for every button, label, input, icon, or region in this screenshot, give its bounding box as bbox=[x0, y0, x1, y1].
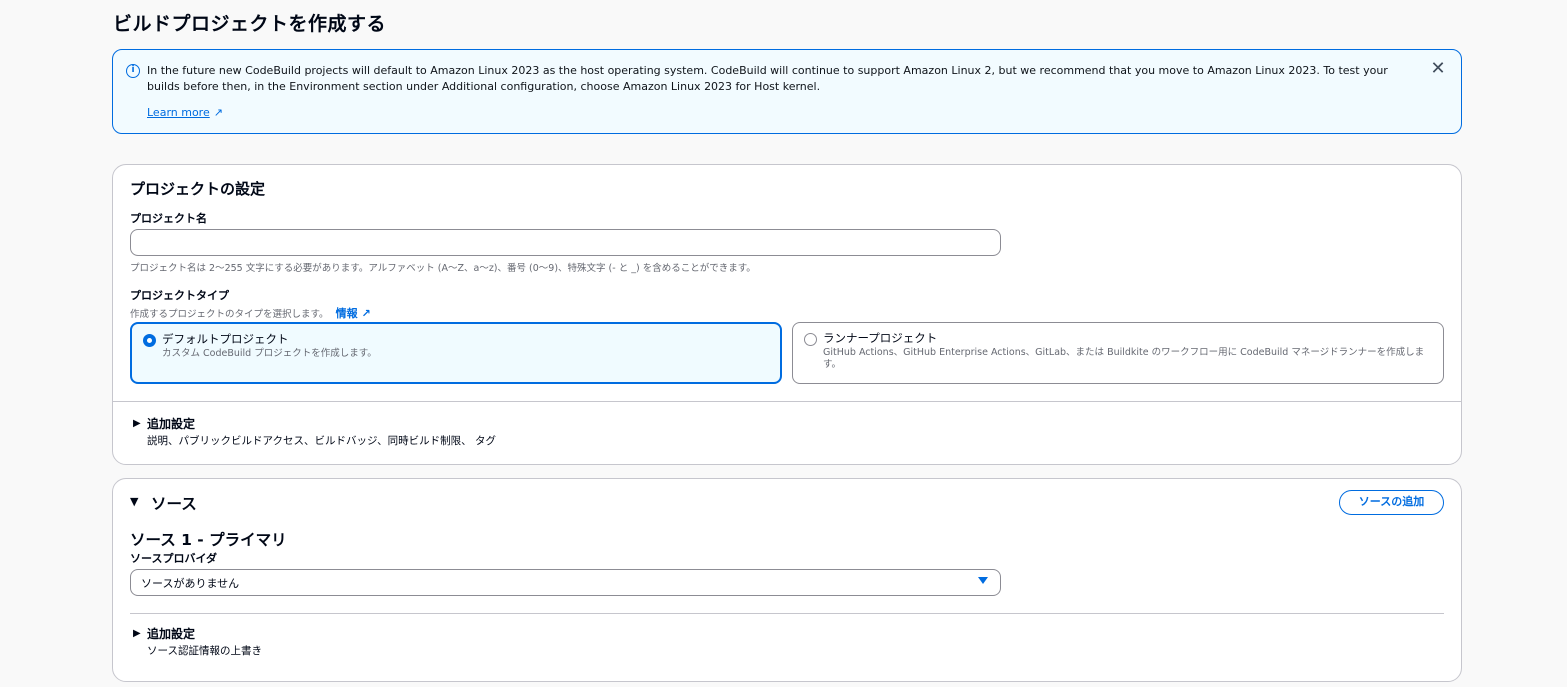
project-type-label: プロジェクトタイプ bbox=[130, 289, 229, 302]
source-provider-label: ソースプロバイダ bbox=[130, 552, 218, 565]
tile-title: デフォルトプロジェクト bbox=[162, 332, 289, 346]
flash-message: In the future new CodeBuild projects wil… bbox=[147, 64, 1388, 93]
project-name-label: プロジェクト名 bbox=[130, 212, 207, 225]
project-type-hint-text: 作成するプロジェクトのタイプを選択します。 bbox=[130, 309, 329, 320]
external-link-icon: ↗ bbox=[361, 307, 371, 320]
expander-description: ソース認証情報の上書き bbox=[147, 645, 262, 657]
external-link-icon: ↗ bbox=[213, 106, 223, 119]
tile-description: GitHub Actions、GitHub Enterprise Actions… bbox=[823, 347, 1425, 370]
page-title: ビルドプロジェクトを作成する bbox=[113, 13, 387, 35]
info-flashbar: i In the future new CodeBuild projects w… bbox=[112, 49, 1462, 134]
additional-settings-expander[interactable]: ▶ 追加設定 説明、パブリックビルドアクセス、ビルドバッジ、同時ビルド制限、 タ… bbox=[130, 415, 730, 451]
caret-right-icon: ▶ bbox=[133, 418, 141, 429]
add-source-button[interactable]: ソースの追加 bbox=[1339, 490, 1444, 515]
source-panel: ▼ ソース ソースの追加 ソース 1 - プライマリ ソースプロバイダ ソースが… bbox=[112, 478, 1462, 682]
source-heading: ソース bbox=[151, 495, 197, 513]
chevron-down-icon bbox=[978, 577, 988, 584]
expander-title: 追加設定 bbox=[147, 417, 196, 431]
select-value: ソースがありません bbox=[141, 577, 240, 590]
caret-down-icon: ▼ bbox=[130, 495, 139, 508]
learn-more-label: Learn more bbox=[147, 106, 210, 119]
caret-right-icon: ▶ bbox=[133, 628, 141, 639]
source-provider-select[interactable]: ソースがありません bbox=[130, 569, 1001, 596]
tile-title: ランナープロジェクト bbox=[823, 331, 938, 345]
close-icon[interactable]: ✕ bbox=[1429, 60, 1447, 78]
project-name-input[interactable] bbox=[130, 229, 1001, 256]
expander-title: 追加設定 bbox=[147, 627, 196, 641]
expander-description: 説明、パブリックビルドアクセス、ビルドバッジ、同時ビルド制限、 タグ bbox=[147, 435, 496, 447]
radio-unselected-icon[interactable] bbox=[804, 333, 817, 346]
tile-description: カスタム CodeBuild プロジェクトを作成します。 bbox=[162, 348, 377, 359]
info-link-label: 情報 bbox=[335, 307, 358, 320]
project-name-hint: プロジェクト名は 2〜255 文字にする必要があります。アルファベット (A〜Z… bbox=[130, 263, 756, 274]
source-primary-heading: ソース 1 - プライマリ bbox=[130, 531, 287, 549]
project-type-hint: 作成するプロジェクトのタイプを選択します。 情報 ↗ bbox=[130, 305, 371, 321]
project-type-default-tile[interactable]: デフォルトプロジェクト カスタム CodeBuild プロジェクトを作成します。 bbox=[130, 322, 782, 384]
project-type-runner-tile[interactable]: ランナープロジェクト GitHub Actions、GitHub Enterpr… bbox=[792, 322, 1444, 384]
divider bbox=[130, 613, 1444, 614]
radio-selected-icon[interactable] bbox=[143, 334, 156, 347]
source-section-toggle[interactable]: ▼ ソース bbox=[130, 492, 330, 514]
info-icon: i bbox=[126, 64, 140, 78]
project-settings-panel: プロジェクトの設定 プロジェクト名 プロジェクト名は 2〜255 文字にする必要… bbox=[112, 164, 1462, 465]
info-link[interactable]: 情報 ↗ bbox=[336, 307, 371, 320]
divider bbox=[113, 401, 1461, 402]
project-settings-heading: プロジェクトの設定 bbox=[130, 180, 266, 198]
source-additional-settings-expander[interactable]: ▶ 追加設定 ソース認証情報の上書き bbox=[130, 625, 530, 661]
learn-more-link[interactable]: Learn more ↗ bbox=[147, 106, 223, 119]
